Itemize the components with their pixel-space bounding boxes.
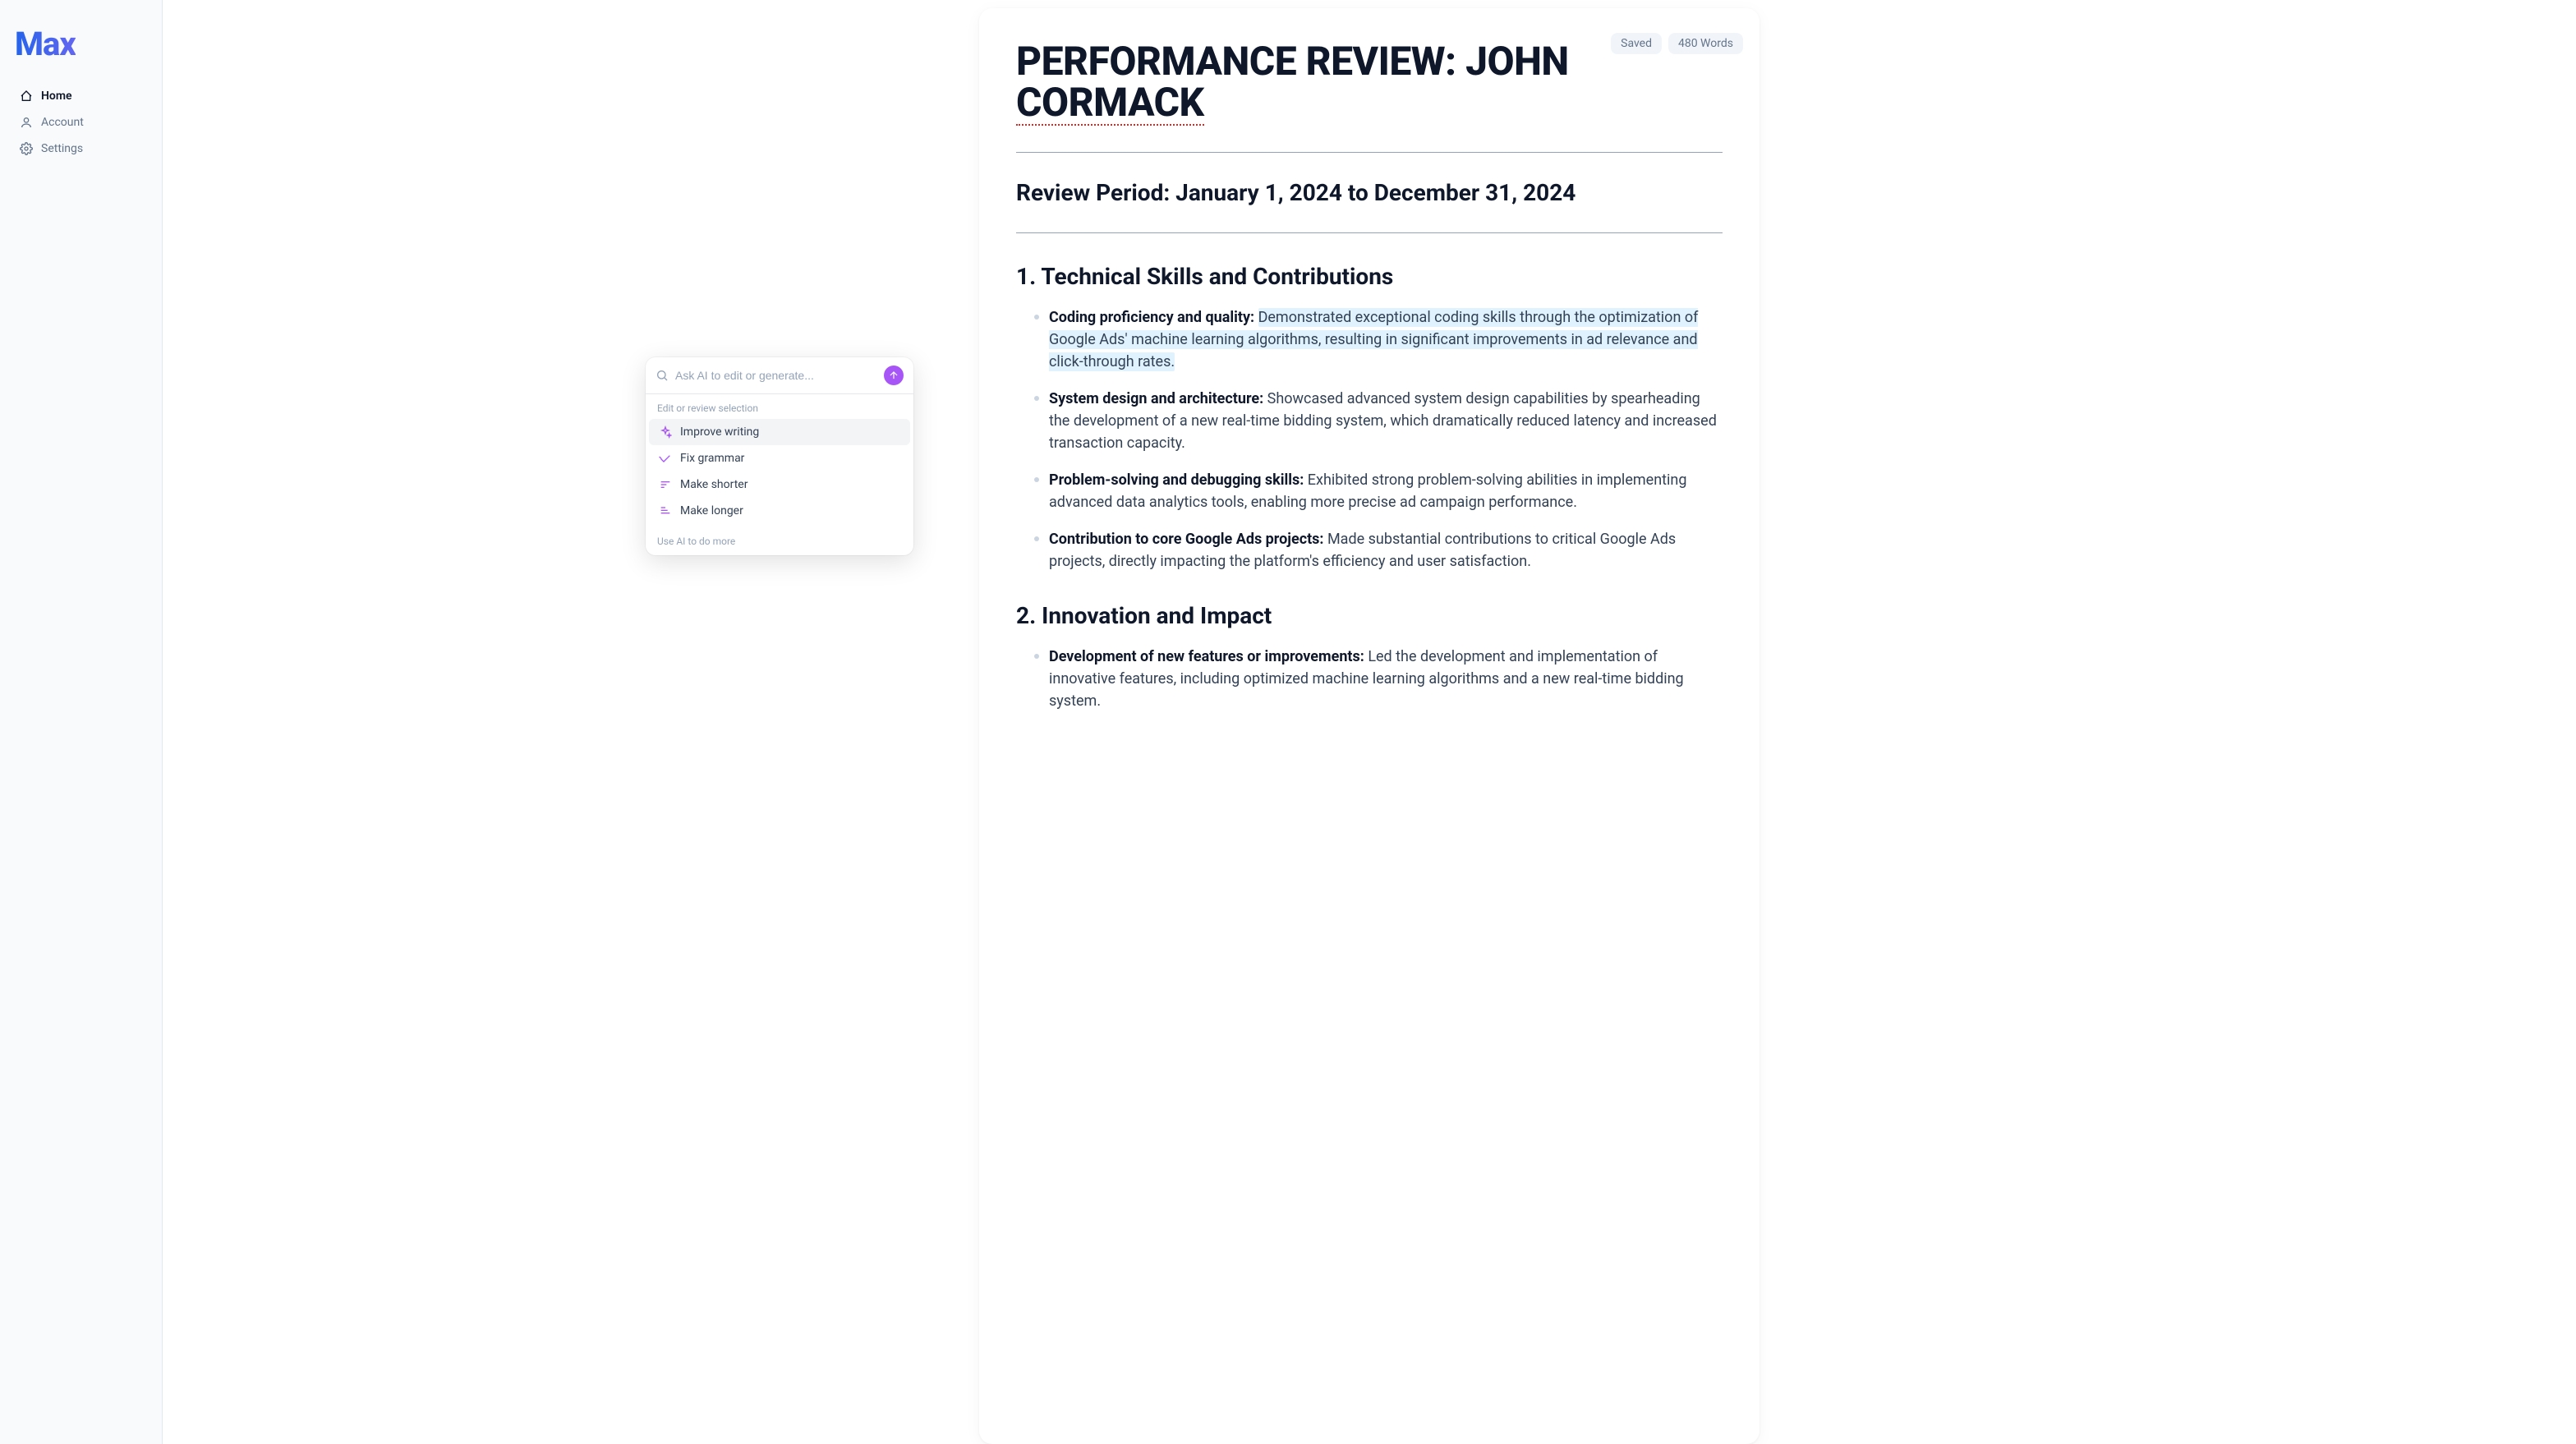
main: Saved 480 Words PERFORMANCE REVIEW: JOHN… — [163, 0, 2576, 1444]
item-label: System design and architecture: — [1049, 390, 1267, 407]
status-badges: Saved 480 Words — [1611, 33, 1743, 54]
sidebar-item-account[interactable]: Account — [8, 109, 154, 136]
ai-menu-label: Fix grammar — [680, 452, 744, 465]
sidebar-item-settings[interactable]: Settings — [8, 136, 154, 162]
sidebar-item-home[interactable]: Home — [8, 83, 154, 109]
word-count-badge: 480 Words — [1668, 33, 1743, 54]
ai-menu-make-longer[interactable]: Make longer — [649, 498, 910, 524]
ai-menu-label: Make shorter — [680, 478, 748, 491]
list-item: Contribution to core Google Ads projects… — [1034, 528, 1723, 573]
title-text-1: PERFORMANCE REVIEW: JOHN — [1016, 38, 1569, 85]
gear-icon — [20, 142, 33, 155]
check-icon — [659, 452, 672, 465]
shorter-icon — [659, 478, 672, 491]
arrow-up-icon — [888, 370, 899, 381]
ai-prompt-input[interactable] — [675, 369, 877, 382]
ai-popup: Edit or review selection Improve writing… — [646, 357, 913, 555]
item-label: Problem-solving and debugging skills: — [1049, 471, 1308, 489]
document-card: Saved 480 Words PERFORMANCE REVIEW: JOHN… — [979, 8, 1760, 1444]
review-period-heading: Review Period: January 1, 2024 to Decemb… — [1016, 179, 1723, 206]
saved-badge: Saved — [1611, 33, 1662, 54]
home-icon — [20, 90, 33, 103]
ai-submit-button[interactable] — [884, 366, 904, 385]
logo: Max — [0, 25, 162, 83]
item-label: Contribution to core Google Ads projects… — [1049, 531, 1327, 548]
ai-menu-fix-grammar[interactable]: Fix grammar — [649, 445, 910, 471]
sidebar: Max Home Account Settings — [0, 0, 163, 1444]
user-icon — [20, 116, 33, 129]
sparkle-icon — [659, 425, 672, 439]
ai-input-row — [646, 357, 913, 394]
list-item: Development of new features or improveme… — [1034, 646, 1723, 712]
divider — [1016, 152, 1723, 153]
nav-label: Settings — [41, 142, 83, 155]
nav-label: Account — [41, 116, 84, 129]
list-item: System design and architecture: Showcase… — [1034, 388, 1723, 454]
logo-text: Max — [15, 25, 76, 63]
ai-more-label[interactable]: Use AI to do more — [646, 527, 913, 555]
document-content[interactable]: PERFORMANCE REVIEW: JOHN CORMACK Review … — [979, 8, 1760, 712]
list-item: Coding proficiency and quality: Demonstr… — [1034, 306, 1723, 373]
nav-label: Home — [41, 90, 72, 103]
app-root: Max Home Account Settings Saved 480 Word… — [0, 0, 2576, 1444]
divider — [1016, 232, 1723, 233]
ai-menu-make-shorter[interactable]: Make shorter — [649, 471, 910, 498]
item-label: Coding proficiency and quality: — [1049, 309, 1258, 326]
item-label: Development of new features or improveme… — [1049, 648, 1368, 665]
section-1-heading: 1. Technical Skills and Contributions — [1016, 263, 1723, 290]
section-1-list: Coding proficiency and quality: Demonstr… — [1016, 306, 1723, 573]
ai-menu-improve-writing[interactable]: Improve writing — [649, 419, 910, 445]
ai-menu: Improve writing Fix grammar Make shorter… — [646, 419, 913, 524]
section-2-heading: 2. Innovation and Impact — [1016, 602, 1723, 629]
longer-icon — [659, 504, 672, 517]
search-icon — [656, 369, 669, 382]
ai-menu-label: Improve writing — [680, 425, 759, 439]
ai-section-label: Edit or review selection — [646, 394, 913, 419]
section-2-list: Development of new features or improveme… — [1016, 646, 1723, 712]
nav-list: Home Account Settings — [0, 83, 162, 162]
list-item: Problem-solving and debugging skills: Ex… — [1034, 469, 1723, 513]
ai-menu-label: Make longer — [680, 504, 743, 517]
title-text-2-spellerror: CORMACK — [1016, 82, 1204, 125]
